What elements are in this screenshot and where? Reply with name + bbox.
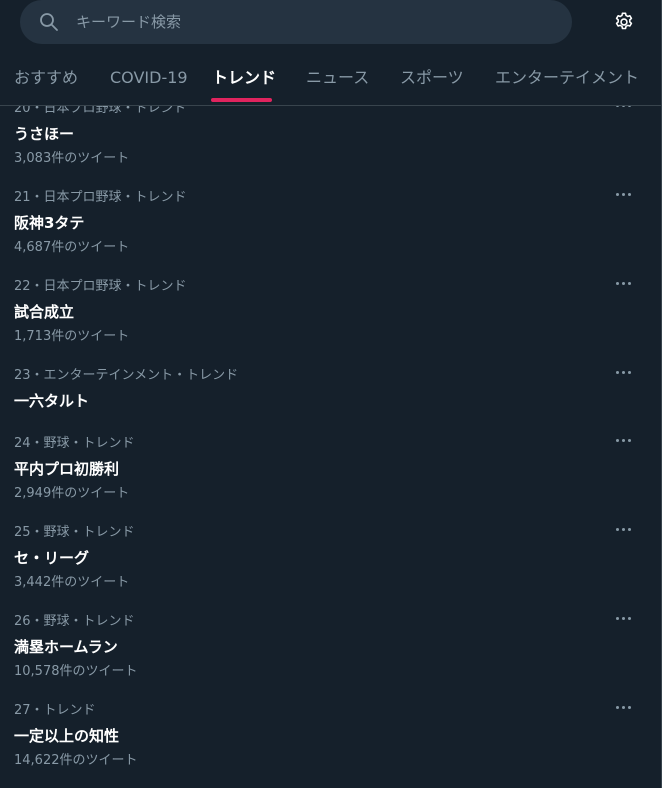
trend-name: 一定以上の知性 [14,727,120,745]
search-placeholder: キーワード検索 [76,13,182,31]
trend-meta: 22・日本プロ野球・トレンド [14,279,187,294]
trend-tweet-count: 3,083件のツイート [14,151,130,166]
trend-tweet-count: 2,949件のツイート [14,486,130,501]
more-dots-icon[interactable] [615,703,633,713]
trend-meta: 27・トレンド [14,703,96,718]
tab-news[interactable]: ニュース [306,58,369,105]
gear-icon[interactable] [613,11,635,33]
search-icon [40,13,58,31]
trend-meta: 23・エンターテインメント・トレンド [14,368,239,383]
trend-tweet-count: 14,622件のツイート [14,753,138,768]
trend-meta: 24・野球・トレンド [14,436,135,451]
trend-tweet-count: 1,713件のツイート [14,329,130,344]
header: キーワード検索 おすすめ COVID-19 トレンド ニュース スポーツ エンタ… [0,0,661,106]
search-input[interactable]: キーワード検索 [20,0,572,44]
trend-tweet-count: 3,442件のツイート [14,575,130,590]
trend-name: 阪神3タテ [14,214,85,232]
trend-name: 一六タルト [14,392,90,410]
more-dots-icon[interactable] [615,525,633,535]
active-tab-indicator [211,98,272,102]
tab-recommended[interactable]: おすすめ [14,58,78,105]
more-dots-icon[interactable] [615,279,633,289]
tab-sports[interactable]: スポーツ [400,58,464,105]
trend-name: 満塁ホームラン [14,638,118,656]
trend-tweet-count: 4,687件のツイート [14,240,130,255]
trend-list: 20・日本プロ野球・トレンド うさほー 3,083件のツイート 21・日本プロ野… [0,94,661,788]
trend-meta: 21・日本プロ野球・トレンド [14,190,187,205]
trends-page: 20・日本プロ野球・トレンド うさほー 3,083件のツイート 21・日本プロ野… [0,0,662,788]
trend-name: 試合成立 [14,303,75,321]
trend-meta: 26・野球・トレンド [14,614,135,629]
trend-name: セ・リーグ [14,549,90,567]
tab-bar: おすすめ COVID-19 トレンド ニュース スポーツ エンターテイメント [0,58,661,105]
trend-tweet-count: 10,578件のツイート [14,664,138,679]
trend-meta: 25・野球・トレンド [14,525,135,540]
trend-name: うさほー [14,125,75,143]
tab-entertainment[interactable]: エンターテイメント [495,58,639,105]
trend-name: 平内プロ初勝利 [14,460,120,478]
more-dots-icon[interactable] [615,190,633,200]
more-dots-icon[interactable] [615,368,633,378]
tab-covid19[interactable]: COVID-19 [110,58,188,105]
more-dots-icon[interactable] [615,436,633,446]
more-dots-icon[interactable] [615,614,633,624]
